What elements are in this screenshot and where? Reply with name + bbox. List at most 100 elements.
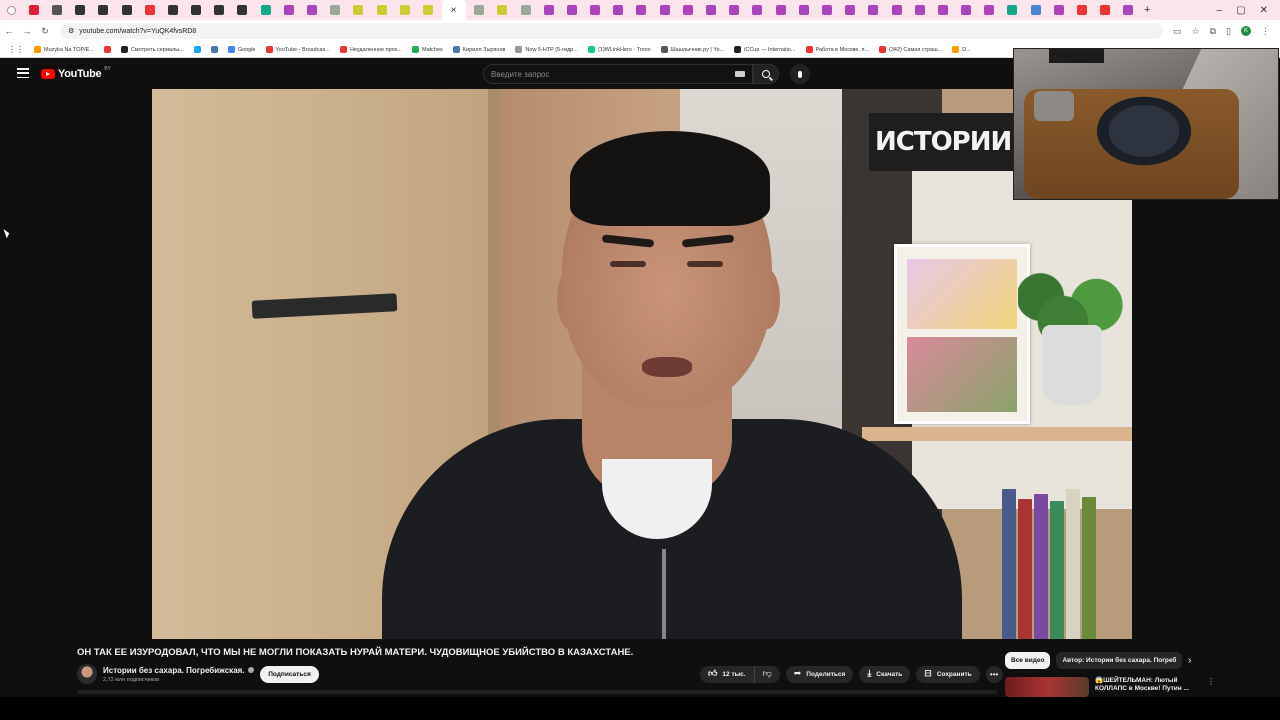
bookmark-star-icon[interactable]: ☆ <box>1192 26 1200 37</box>
tab-favicon[interactable] <box>868 5 879 15</box>
reload-icon[interactable]: ↻ <box>36 26 54 37</box>
bookmark-item[interactable]: Работа в Москве, п... <box>805 46 869 53</box>
bookmark-item[interactable]: Muzyka Na TOP/E... <box>34 46 94 53</box>
tab-favicon[interactable] <box>330 5 341 15</box>
tab-favicon[interactable] <box>706 5 717 15</box>
bookmark-item[interactable]: Смотреть сериалы... <box>120 46 184 53</box>
more-vertical-icon[interactable]: ⋮ <box>1207 677 1215 697</box>
maximize-icon[interactable]: ▢ <box>1236 5 1245 16</box>
sidepanel-icon[interactable]: ▯ <box>1226 26 1231 37</box>
close-window-icon[interactable]: ✕ <box>1260 5 1268 16</box>
tab-favicon[interactable] <box>821 5 832 15</box>
tab-favicon[interactable] <box>260 5 271 15</box>
subscribe-button[interactable]: Подписаться <box>260 666 319 683</box>
url-field[interactable]: ⚙ youtube.com/watch?v=YuQK4fvsRD8 <box>60 23 1164 39</box>
tab-favicon[interactable] <box>984 5 995 15</box>
tab-favicon[interactable] <box>914 5 925 15</box>
recommended-title[interactable]: 😱ШЕЙТЕЛЬМАН: Лютый КОЛЛАПС в Москве! Пут… <box>1095 677 1195 697</box>
dislike-button[interactable]: 👎︎ <box>755 666 780 683</box>
chevron-right-icon[interactable]: › <box>1188 655 1191 666</box>
tab-favicon[interactable] <box>729 5 740 15</box>
like-button[interactable]: 👍︎ 12 тыс. <box>700 666 755 683</box>
tab-favicon[interactable] <box>937 5 948 15</box>
tab-favicon[interactable] <box>237 5 248 15</box>
bookmark-item[interactable]: Matches <box>412 46 443 53</box>
voice-search-button[interactable] <box>790 64 810 84</box>
chip-all-videos[interactable]: Все видео <box>1005 651 1051 669</box>
bookmark-item[interactable]: (342) Самая страш... <box>879 46 942 53</box>
tab-favicon[interactable] <box>798 5 809 15</box>
channel-avatar[interactable] <box>77 664 97 684</box>
download-button[interactable]: ⤓ Скачать <box>859 666 911 683</box>
tab-favicon[interactable] <box>51 5 62 15</box>
back-icon[interactable]: ← <box>0 26 18 36</box>
tab-favicon[interactable] <box>520 5 531 15</box>
active-tab-close-icon[interactable]: × <box>441 0 466 20</box>
bookmark-item[interactable] <box>210 46 218 53</box>
tab-favicon[interactable] <box>98 5 109 15</box>
apps-grid-icon[interactable]: ⋮⋮ <box>8 45 24 54</box>
tab-favicon[interactable] <box>121 5 132 15</box>
bookmark-item[interactable]: D... <box>952 46 971 53</box>
tab-favicon[interactable] <box>891 5 902 15</box>
extensions-icon[interactable]: ⧉ <box>1210 26 1216 37</box>
recommended-video[interactable]: 😱ШЕЙТЕЛЬМАН: Лютый КОЛЛАПС в Москве! Пут… <box>1005 677 1275 697</box>
tab-favicon[interactable] <box>1030 5 1041 15</box>
tab-favicon[interactable] <box>1053 5 1064 15</box>
video-player[interactable]: ИСТОРИИ БЕЗ <box>152 89 1132 639</box>
tab-favicon[interactable] <box>191 5 202 15</box>
bookmark-item[interactable]: Кирилл Зырянов <box>452 46 505 53</box>
forward-icon[interactable]: → <box>18 26 36 36</box>
tab-favicon[interactable] <box>214 5 225 15</box>
tab-favicon[interactable] <box>376 5 387 15</box>
bookmark-item[interactable]: iCCup — Internatio... <box>734 46 796 53</box>
tab-favicon[interactable] <box>845 5 856 15</box>
tab-favicon[interactable] <box>75 5 86 15</box>
bookmark-item[interactable]: YouTube - Broadcas... <box>265 46 330 53</box>
tab-favicon[interactable] <box>566 5 577 15</box>
tab-favicon[interactable] <box>307 5 318 15</box>
new-tab-icon[interactable]: + <box>1144 4 1150 16</box>
tab-favicon[interactable] <box>28 5 39 15</box>
tab-favicon[interactable] <box>1123 5 1134 15</box>
tab-favicon[interactable] <box>1077 5 1088 15</box>
menu-kebab-icon[interactable]: ⋮ <box>1261 26 1270 37</box>
recommended-thumbnail[interactable] <box>1005 677 1089 697</box>
bookmark-item[interactable] <box>103 46 111 53</box>
tab-favicon[interactable] <box>590 5 601 15</box>
tab-favicon[interactable] <box>422 5 433 15</box>
site-info-icon[interactable]: ⚙ <box>68 27 74 35</box>
more-actions-button[interactable]: ••• <box>985 666 1003 683</box>
youtube-logo[interactable]: YouTube BY <box>41 66 111 80</box>
share-button[interactable]: ➦ Поделиться <box>785 666 854 683</box>
horizontal-scrollbar[interactable] <box>77 690 997 694</box>
keyboard-icon[interactable] <box>735 71 745 77</box>
tab-favicon[interactable] <box>353 5 364 15</box>
tab-favicon[interactable] <box>636 5 647 15</box>
tab-favicon[interactable] <box>543 5 554 15</box>
tab-favicon[interactable] <box>474 5 485 15</box>
bookmark-item[interactable]: Now 5-HTP (5-гидр... <box>515 46 578 53</box>
bookmark-item[interactable]: Неудаленное прох... <box>339 46 402 53</box>
tab-favicon[interactable] <box>752 5 763 15</box>
tab-favicon[interactable] <box>1100 5 1111 15</box>
save-button[interactable]: ⊟ Сохранить <box>916 666 980 683</box>
bookmark-item[interactable]: Google <box>227 46 256 53</box>
channel-name[interactable]: Истории без сахара. Погребижская. <box>103 666 245 675</box>
tab-favicon[interactable] <box>775 5 786 15</box>
tab-favicon[interactable] <box>167 5 178 15</box>
tab-favicon[interactable] <box>1007 5 1018 15</box>
tab-favicon[interactable] <box>497 5 508 15</box>
tab-favicon[interactable] <box>659 5 670 15</box>
tab-favicon[interactable] <box>399 5 410 15</box>
chip-from-author[interactable]: Автор: Истории без сахара. Погреб <box>1056 651 1183 669</box>
minimize-icon[interactable]: – <box>1217 5 1223 16</box>
search-button[interactable] <box>753 64 779 84</box>
hamburger-menu-icon[interactable] <box>17 68 29 78</box>
tab-favicon[interactable] <box>961 5 972 15</box>
search-input[interactable]: Введите запрос <box>483 64 753 84</box>
tab-favicon[interactable] <box>682 5 693 15</box>
cast-icon[interactable]: ▭ <box>1173 26 1182 37</box>
bookmark-item[interactable]: (1)WLinkHero - Trovo <box>587 46 651 53</box>
bookmark-item[interactable] <box>193 46 201 53</box>
